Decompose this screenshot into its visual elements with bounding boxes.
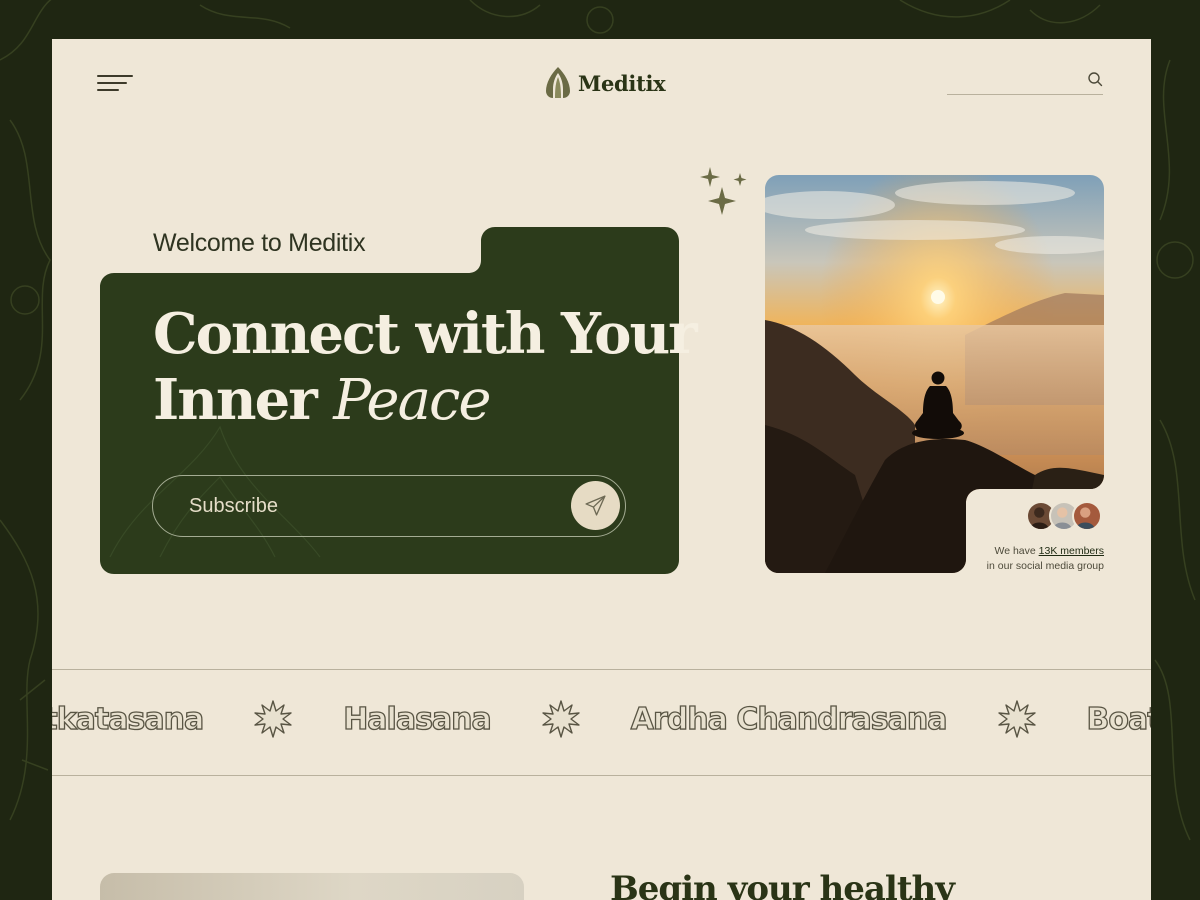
members-suffix: in our social media group [986,560,1104,572]
search-bar[interactable] [947,65,1103,95]
marquee-item: Boat Pose [1086,701,1151,737]
landing-page: Meditix Welcome to Meditix Connect with … [52,39,1151,900]
avatar [1072,501,1102,531]
section-title: Begin your healthy [610,869,955,900]
lotus-logo-icon [546,67,570,98]
search-icon[interactable] [1087,71,1103,87]
paper-plane-icon [585,495,606,516]
subscribe-input[interactable] [189,490,559,522]
sparkle-icon [700,167,747,215]
section-image [100,873,524,900]
subscribe-form [152,475,626,537]
headline-line-1: Connect with Your [153,301,698,367]
marquee-item: Ardha Chandrasana [630,701,948,737]
starburst-icon [254,700,292,738]
hero-headline: Connect with Your Inner Peace [153,301,698,434]
member-avatars [1026,501,1106,533]
subscribe-send-button[interactable] [571,481,620,530]
brand-name: Meditix [578,70,666,96]
marquee-item: Utkatasana [52,701,205,737]
marquee-track: Utkatasana Halasana Ardha Chandrasana Bo… [52,699,1151,739]
brand-logo[interactable]: Meditix [542,65,666,101]
members-caption: We have 13K members in our social media … [987,544,1104,574]
yoga-poses-marquee: Utkatasana Halasana Ardha Chandrasana Bo… [52,669,1151,776]
members-prefix: We have [994,545,1039,557]
hamburger-menu-icon[interactable] [97,73,137,95]
welcome-text: Welcome to Meditix [153,229,366,257]
marquee-item: Halasana [343,701,493,737]
starburst-icon [997,700,1036,738]
members-count-link[interactable]: 13K members [1039,545,1104,557]
starburst-icon [542,700,580,738]
search-input[interactable] [947,65,1077,93]
headline-emphasis: Peace [333,368,491,433]
headline-line-2: Inner [153,367,334,433]
